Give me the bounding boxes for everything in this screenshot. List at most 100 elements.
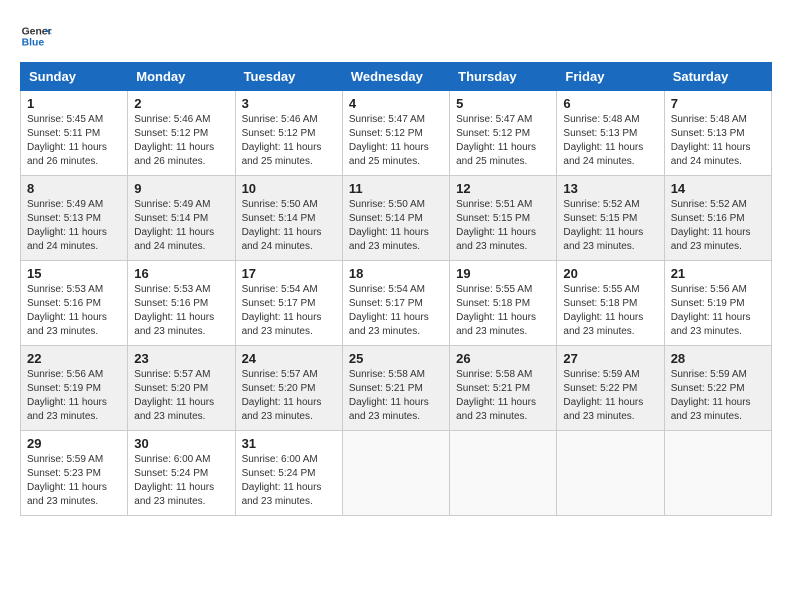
calendar-cell: 14 Sunrise: 5:52 AM Sunset: 5:16 PM Dayli… <box>664 176 771 261</box>
weekday-header-saturday: Saturday <box>664 63 771 91</box>
weekday-header-thursday: Thursday <box>450 63 557 91</box>
day-number: 8 <box>27 181 121 196</box>
day-info: Sunrise: 6:00 AM Sunset: 5:24 PM Dayligh… <box>242 453 336 509</box>
day-info: Sunrise: 6:00 AM Sunset: 5:24 PM Dayligh… <box>134 453 228 509</box>
day-number: 12 <box>456 181 550 196</box>
day-number: 28 <box>671 351 765 366</box>
svg-text:Blue: Blue <box>22 38 45 49</box>
day-info: Sunrise: 5:49 AM Sunset: 5:13 PM Dayligh… <box>27 198 121 254</box>
day-info: Sunrise: 5:52 AM Sunset: 5:16 PM Dayligh… <box>671 198 765 254</box>
day-number: 25 <box>349 351 443 366</box>
weekday-header-monday: Monday <box>128 63 235 91</box>
calendar-cell: 13 Sunrise: 5:52 AM Sunset: 5:15 PM Dayli… <box>557 176 664 261</box>
day-info: Sunrise: 5:56 AM Sunset: 5:19 PM Dayligh… <box>671 283 765 339</box>
calendar-cell <box>557 431 664 516</box>
calendar-cell: 18 Sunrise: 5:54 AM Sunset: 5:17 PM Dayli… <box>342 261 449 346</box>
calendar-cell <box>342 431 449 516</box>
day-info: Sunrise: 5:47 AM Sunset: 5:12 PM Dayligh… <box>456 113 550 169</box>
day-number: 5 <box>456 96 550 111</box>
day-number: 13 <box>563 181 657 196</box>
calendar-cell: 9 Sunrise: 5:49 AM Sunset: 5:14 PM Daylig… <box>128 176 235 261</box>
day-number: 18 <box>349 266 443 281</box>
day-info: Sunrise: 5:48 AM Sunset: 5:13 PM Dayligh… <box>563 113 657 169</box>
day-number: 20 <box>563 266 657 281</box>
weekday-header-wednesday: Wednesday <box>342 63 449 91</box>
calendar-cell: 24 Sunrise: 5:57 AM Sunset: 5:20 PM Dayli… <box>235 346 342 431</box>
calendar-cell <box>450 431 557 516</box>
calendar-week-1: 1 Sunrise: 5:45 AM Sunset: 5:11 PM Daylig… <box>21 91 772 176</box>
calendar-week-4: 22 Sunrise: 5:56 AM Sunset: 5:19 PM Dayli… <box>21 346 772 431</box>
day-info: Sunrise: 5:50 AM Sunset: 5:14 PM Dayligh… <box>349 198 443 254</box>
logo-icon: General Blue <box>20 20 52 52</box>
calendar-cell: 25 Sunrise: 5:58 AM Sunset: 5:21 PM Dayli… <box>342 346 449 431</box>
day-number: 27 <box>563 351 657 366</box>
day-info: Sunrise: 5:57 AM Sunset: 5:20 PM Dayligh… <box>242 368 336 424</box>
weekday-header-tuesday: Tuesday <box>235 63 342 91</box>
calendar-cell: 26 Sunrise: 5:58 AM Sunset: 5:21 PM Dayli… <box>450 346 557 431</box>
day-number: 21 <box>671 266 765 281</box>
day-number: 6 <box>563 96 657 111</box>
day-number: 4 <box>349 96 443 111</box>
day-number: 17 <box>242 266 336 281</box>
calendar-cell: 2Sunrise: 5:46 AM Sunset: 5:12 PM Daylig… <box>128 91 235 176</box>
day-number: 22 <box>27 351 121 366</box>
page-header: General Blue <box>20 20 772 52</box>
day-info: Sunrise: 5:53 AM Sunset: 5:16 PM Dayligh… <box>27 283 121 339</box>
calendar-cell: 1 Sunrise: 5:45 AM Sunset: 5:11 PM Daylig… <box>21 91 128 176</box>
day-number: 14 <box>671 181 765 196</box>
calendar-cell: 21 Sunrise: 5:56 AM Sunset: 5:19 PM Dayli… <box>664 261 771 346</box>
day-info: Sunrise: 5:54 AM Sunset: 5:17 PM Dayligh… <box>349 283 443 339</box>
day-info: Sunrise: 5:48 AM Sunset: 5:13 PM Dayligh… <box>671 113 765 169</box>
day-number: 24 <box>242 351 336 366</box>
day-number: 11 <box>349 181 443 196</box>
calendar-cell: 8 Sunrise: 5:49 AM Sunset: 5:13 PM Daylig… <box>21 176 128 261</box>
calendar-cell: 30Sunrise: 6:00 AM Sunset: 5:24 PM Dayli… <box>128 431 235 516</box>
day-info: Sunrise: 5:54 AM Sunset: 5:17 PM Dayligh… <box>242 283 336 339</box>
calendar-week-3: 15 Sunrise: 5:53 AM Sunset: 5:16 PM Dayli… <box>21 261 772 346</box>
day-number: 23 <box>134 351 228 366</box>
day-info: Sunrise: 5:52 AM Sunset: 5:15 PM Dayligh… <box>563 198 657 254</box>
calendar-cell: 28 Sunrise: 5:59 AM Sunset: 5:22 PM Dayli… <box>664 346 771 431</box>
day-info: Sunrise: 5:51 AM Sunset: 5:15 PM Dayligh… <box>456 198 550 254</box>
calendar-cell: 10Sunrise: 5:50 AM Sunset: 5:14 PM Dayli… <box>235 176 342 261</box>
day-info: Sunrise: 5:46 AM Sunset: 5:12 PM Dayligh… <box>134 113 228 169</box>
day-number: 31 <box>242 436 336 451</box>
day-number: 1 <box>27 96 121 111</box>
day-number: 15 <box>27 266 121 281</box>
calendar-cell: 17 Sunrise: 5:54 AM Sunset: 5:17 PM Dayli… <box>235 261 342 346</box>
calendar-cell: 5 Sunrise: 5:47 AM Sunset: 5:12 PM Daylig… <box>450 91 557 176</box>
day-info: Sunrise: 5:49 AM Sunset: 5:14 PM Dayligh… <box>134 198 228 254</box>
calendar-cell: 16Sunrise: 5:53 AM Sunset: 5:16 PM Dayli… <box>128 261 235 346</box>
calendar-cell: 4 Sunrise: 5:47 AM Sunset: 5:12 PM Daylig… <box>342 91 449 176</box>
calendar-week-2: 8 Sunrise: 5:49 AM Sunset: 5:13 PM Daylig… <box>21 176 772 261</box>
day-info: Sunrise: 5:55 AM Sunset: 5:18 PM Dayligh… <box>456 283 550 339</box>
day-number: 29 <box>27 436 121 451</box>
weekday-header-friday: Friday <box>557 63 664 91</box>
weekday-header-sunday: Sunday <box>21 63 128 91</box>
day-number: 16 <box>134 266 228 281</box>
day-number: 19 <box>456 266 550 281</box>
day-info: Sunrise: 5:56 AM Sunset: 5:19 PM Dayligh… <box>27 368 121 424</box>
day-number: 9 <box>134 181 228 196</box>
calendar-week-5: 29 Sunrise: 5:59 AM Sunset: 5:23 PM Dayli… <box>21 431 772 516</box>
calendar-cell: 20 Sunrise: 5:55 AM Sunset: 5:18 PM Dayli… <box>557 261 664 346</box>
day-number: 3 <box>242 96 336 111</box>
day-info: Sunrise: 5:50 AM Sunset: 5:14 PM Dayligh… <box>242 198 336 254</box>
calendar-cell <box>664 431 771 516</box>
day-info: Sunrise: 5:55 AM Sunset: 5:18 PM Dayligh… <box>563 283 657 339</box>
day-info: Sunrise: 5:57 AM Sunset: 5:20 PM Dayligh… <box>134 368 228 424</box>
day-number: 26 <box>456 351 550 366</box>
day-number: 7 <box>671 96 765 111</box>
calendar-cell: 29 Sunrise: 5:59 AM Sunset: 5:23 PM Dayli… <box>21 431 128 516</box>
calendar-cell: 23 Sunrise: 5:57 AM Sunset: 5:20 PM Dayli… <box>128 346 235 431</box>
day-info: Sunrise: 5:45 AM Sunset: 5:11 PM Dayligh… <box>27 113 121 169</box>
day-info: Sunrise: 5:47 AM Sunset: 5:12 PM Dayligh… <box>349 113 443 169</box>
day-info: Sunrise: 5:58 AM Sunset: 5:21 PM Dayligh… <box>349 368 443 424</box>
logo: General Blue <box>20 20 52 52</box>
day-info: Sunrise: 5:59 AM Sunset: 5:23 PM Dayligh… <box>27 453 121 509</box>
day-info: Sunrise: 5:58 AM Sunset: 5:21 PM Dayligh… <box>456 368 550 424</box>
calendar-cell: 3Sunrise: 5:46 AM Sunset: 5:12 PM Daylig… <box>235 91 342 176</box>
calendar-cell: 7 Sunrise: 5:48 AM Sunset: 5:13 PM Daylig… <box>664 91 771 176</box>
day-info: Sunrise: 5:59 AM Sunset: 5:22 PM Dayligh… <box>671 368 765 424</box>
calendar-header-row: SundayMondayTuesdayWednesdayThursdayFrid… <box>21 63 772 91</box>
